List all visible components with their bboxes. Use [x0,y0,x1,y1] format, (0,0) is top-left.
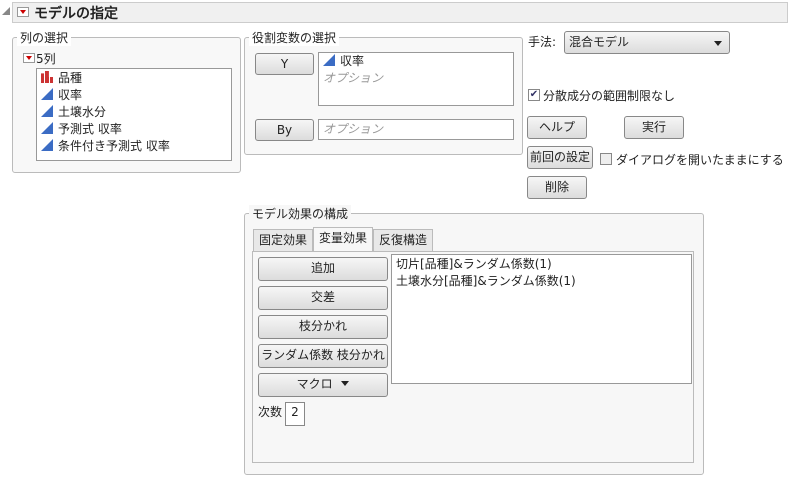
add-button[interactable]: 追加 [258,257,388,281]
run-button[interactable]: 実行 [624,116,684,139]
unbounded-variance-label: 分散成分の範囲制限なし [543,89,676,103]
header-bar [12,2,788,23]
help-button[interactable]: ヘルプ [527,116,587,139]
degree-input[interactable]: 2 [285,402,305,426]
red-triangle-menu-icon[interactable] [17,7,29,17]
effect-item[interactable]: 土壌水分[品種]&ランダム係数(1) [396,273,576,290]
column-list[interactable]: 品種 収率 土壌水分 予測式 収率 条件付き予測式 収率 [36,68,232,161]
y-role-item[interactable]: 収率 [323,53,364,70]
nest-button[interactable]: 枝分かれ [258,315,388,339]
unbounded-variance-checkbox[interactable]: ✔ [528,89,540,101]
tab-fixed-effects[interactable]: 固定効果 [253,229,313,251]
dropdown-arrow-icon [341,381,350,386]
cross-button[interactable]: 交差 [258,286,388,310]
column-label: 品種 [58,71,83,85]
degree-label: 次数 [258,405,283,419]
column-item[interactable]: 収率 [41,87,82,104]
column-label: 予測式 収率 [58,122,122,136]
dropdown-arrow-icon [714,41,722,46]
keep-open-checkbox[interactable] [600,153,612,165]
keep-open-label: ダイアログを開いたままにする [616,153,784,167]
role-legend: 役割変数の選択 [249,29,340,46]
column-count: 5列 [36,52,56,66]
continuous-icon [41,122,53,134]
method-select[interactable]: 混合モデル [564,31,730,54]
model-effects-legend: モデル効果の構成 [249,205,352,222]
macros-button[interactable]: マクロ [258,373,388,397]
column-item[interactable]: 品種 [41,70,82,87]
random-effects-list[interactable]: 切片[品種]&ランダム係数(1) 土壌水分[品種]&ランダム係数(1) [391,254,692,384]
random-coef-nest-button[interactable]: ランダム係数 枝分かれ [258,344,388,368]
column-item[interactable]: 予測式 収率 [41,121,122,138]
column-selection-legend: 列の選択 [17,29,72,46]
remove-button[interactable]: 削除 [527,176,587,199]
columns-menu-icon[interactable] [23,53,35,63]
continuous-icon [41,139,53,151]
nominal-icon [41,71,53,83]
y-optional-text: オプション [323,71,384,85]
column-label: 土壌水分 [58,105,107,119]
macros-label: マクロ [296,377,333,391]
column-item[interactable]: 土壌水分 [41,104,106,121]
column-label: 収率 [58,88,83,102]
tab-random-effects[interactable]: 変量効果 [313,227,373,252]
method-value: 混合モデル [569,35,630,49]
effect-item[interactable]: 切片[品種]&ランダム係数(1) [396,256,552,273]
continuous-icon [41,105,53,117]
disclosure-icon[interactable] [2,7,10,15]
y-button[interactable]: Y [255,53,314,75]
column-label: 条件付き予測式 収率 [58,139,170,153]
by-input[interactable]: オプション [318,119,514,140]
page-title: モデルの指定 [34,6,118,22]
continuous-icon [41,88,53,100]
recall-button[interactable]: 前回の設定 [527,146,593,169]
column-item[interactable]: 条件付き予測式 収率 [41,138,170,155]
by-button[interactable]: By [255,119,314,141]
continuous-icon [323,54,335,66]
tab-repeated-structure[interactable]: 反復構造 [373,229,433,251]
y-role-label: 収率 [340,54,365,68]
method-label: 手法: [528,35,557,49]
y-role-list[interactable]: 収率 オプション [318,52,514,106]
